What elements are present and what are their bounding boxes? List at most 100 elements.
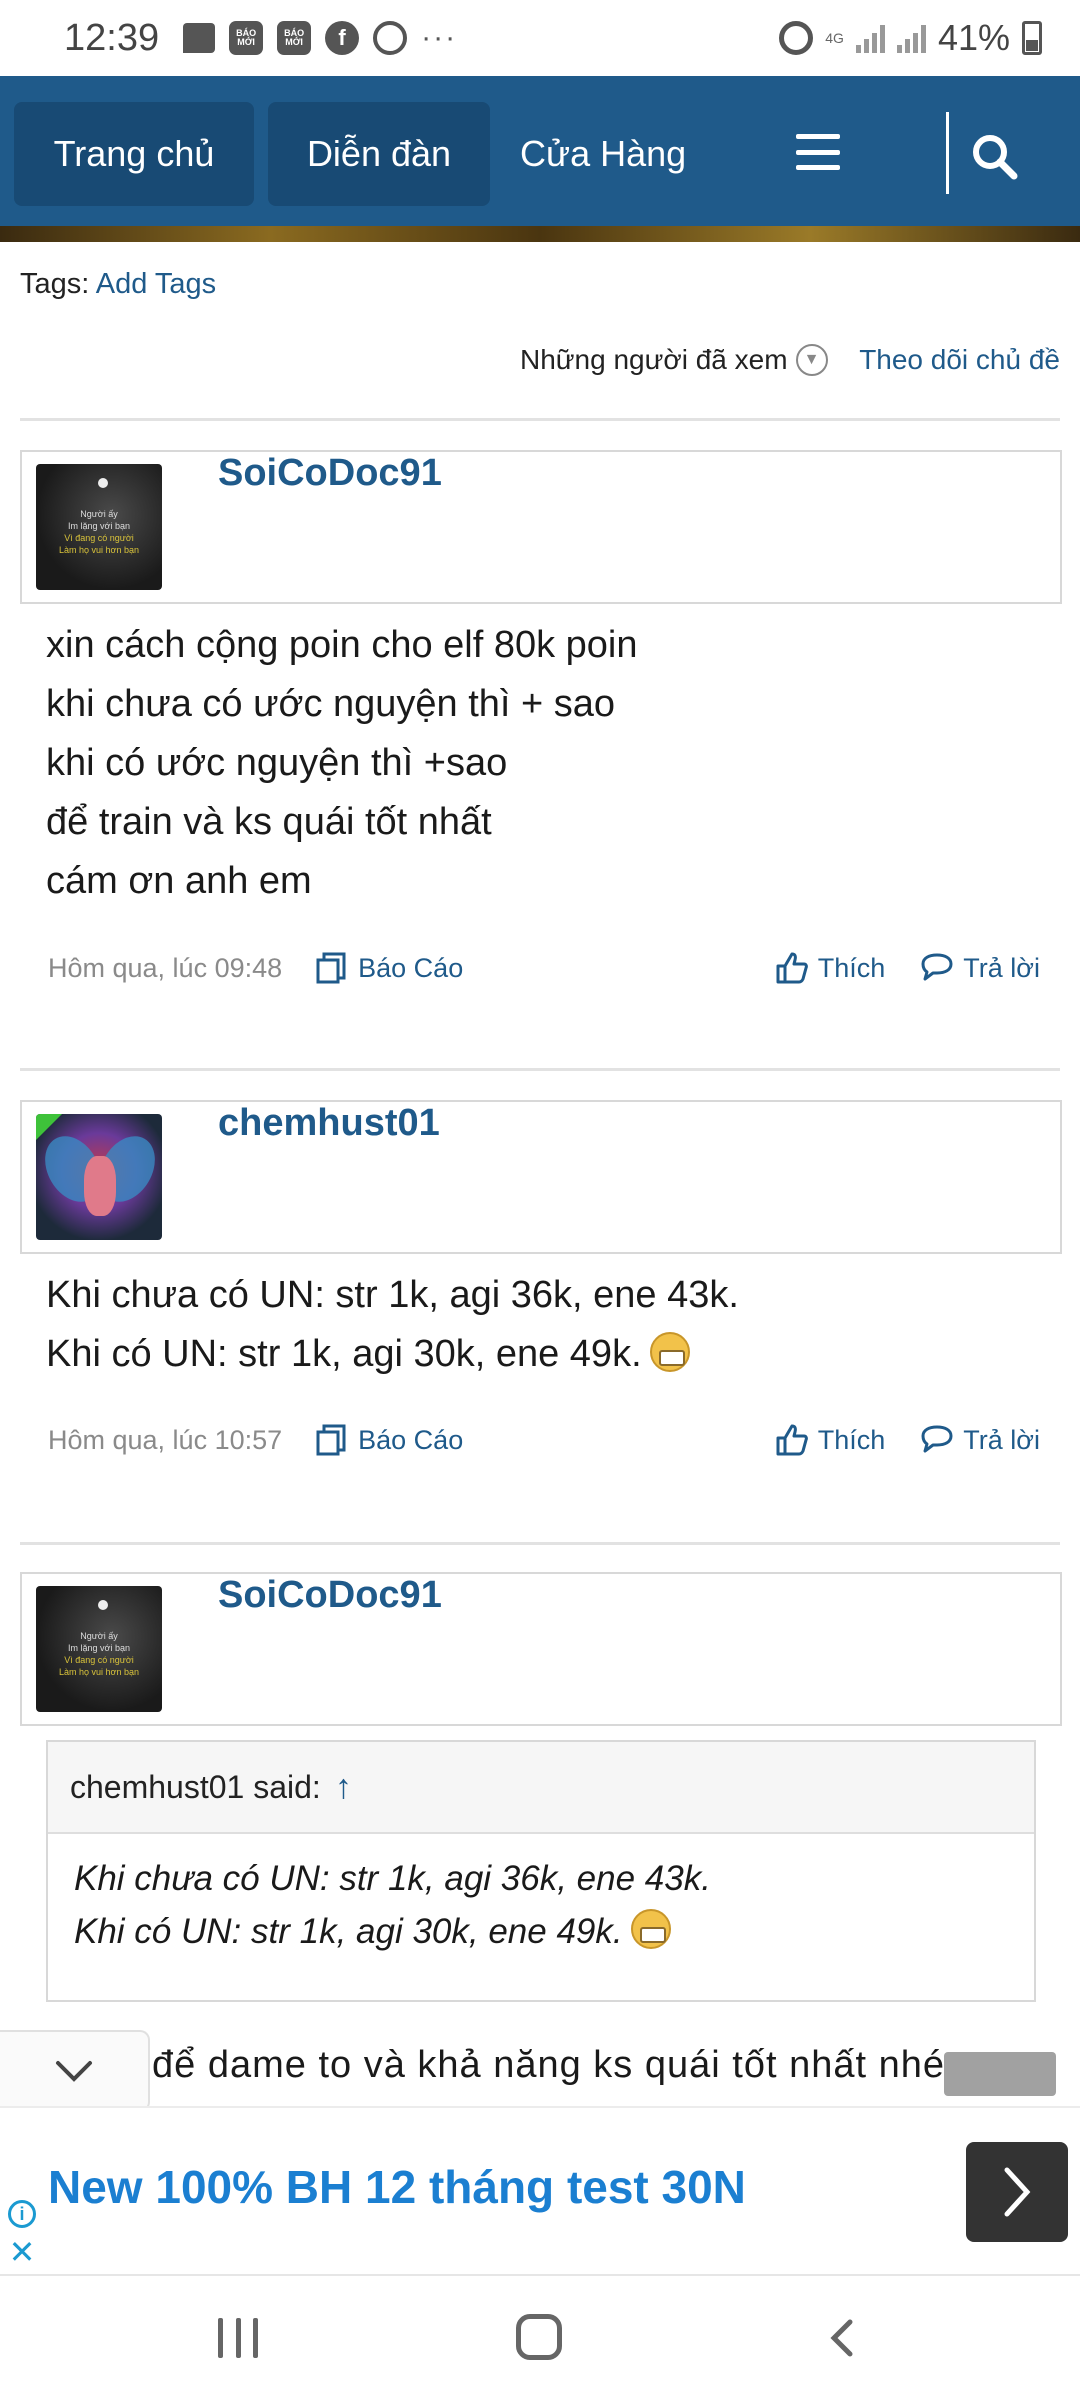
report-icon (316, 952, 346, 984)
baomoi-icon: BÁO MỚI (229, 21, 264, 55)
banner-image-strip (0, 226, 1080, 242)
post-author[interactable]: chemhust01 (218, 1102, 440, 1145)
battery-percent: 41% (937, 17, 1010, 58)
post-meta: Hôm qua, lúc 09:48 Báo Cáo Thích Trả lời (48, 944, 1040, 992)
post-header: Người ấy Im lặng với bạn Vì đang có ngườ… (20, 1572, 1062, 1726)
post-content: xin cách cộng poin cho elf 80k poin khi … (46, 616, 638, 911)
network-type: 4G (825, 29, 844, 46)
report-label: Báo Cáo (358, 1424, 464, 1455)
online-indicator (36, 1114, 62, 1140)
post-meta: Hôm qua, lúc 10:57 Báo Cáo Thích Trả lời (48, 1416, 1040, 1464)
chevron-down-icon: ▼ (795, 344, 828, 376)
system-nav-bar (0, 2274, 1080, 2400)
grin-emoji-icon (630, 1909, 671, 1949)
post-content: Khi chưa có UN: str 1k, agi 36k, ene 43k… (46, 1266, 739, 1384)
add-tags-link[interactable]: Add Tags (96, 268, 216, 300)
like-label: Thích (817, 952, 886, 983)
like-button[interactable]: Thích (774, 1422, 886, 1458)
nav-link-store[interactable]: Cửa Hàng (520, 102, 686, 206)
nav-tab-forum[interactable]: Diễn đàn (268, 102, 490, 206)
search-icon[interactable] (970, 132, 1020, 182)
post-line: Khi chưa có UN: str 1k, agi 36k, ene 43k… (46, 1274, 739, 1316)
reply-button[interactable]: Trả lời (919, 1422, 1040, 1458)
nav-tab-home[interactable]: Trang chủ (14, 102, 254, 206)
post-line: xin cách cộng poin cho elf 80k poin (46, 624, 638, 666)
avatar[interactable]: Người ấy Im lặng với bạn Vì đang có ngườ… (36, 464, 162, 590)
divider (20, 1542, 1060, 1545)
like-label: Thích (817, 1424, 886, 1455)
overlay-handle (944, 2052, 1056, 2096)
post-line: cám ơn anh em (46, 860, 312, 902)
post-line: khi có ước nguyện thì +sao (46, 742, 508, 784)
quote-block: chemhust01 said: ↑ Khi chưa có UN: str 1… (46, 1740, 1036, 2002)
chevron-down-icon (56, 2061, 92, 2082)
baomoi-icon-2: BÁO MỚI (277, 21, 312, 55)
back-icon[interactable] (822, 2316, 866, 2360)
alarm-icon (779, 21, 814, 55)
quote-line: Khi chưa có UN: str 1k, agi 36k, ene 43k… (74, 1859, 711, 1898)
thumbs-up-icon (776, 952, 808, 984)
post-line: để train và ks quái tốt nhất (46, 801, 492, 843)
post-line: Khi có UN: str 1k, agi 30k, ene 49k. (46, 1325, 739, 1384)
post-line: để dame to và khả năng ks quái tốt nhất … (152, 2044, 945, 2086)
divider (20, 1068, 1060, 1071)
report-label: Báo Cáo (358, 952, 464, 983)
status-bar: 12:39 BÁO MỚI BÁO MỚI f ··· 4G 41% (0, 0, 1080, 76)
thumbs-up-icon (776, 1424, 808, 1456)
report-icon (316, 1424, 346, 1456)
post-header: Người ấy Im lặng với bạn Vì đang có ngườ… (20, 450, 1062, 604)
hamburger-menu-icon[interactable] (796, 134, 840, 170)
battery-icon (1022, 21, 1042, 55)
quote-line: Khi có UN: str 1k, agi 30k, ene 49k. (74, 1905, 1034, 1958)
reply-label: Trả lời (963, 1424, 1040, 1455)
report-button[interactable]: Báo Cáo (314, 1422, 463, 1458)
like-button[interactable]: Thích (774, 950, 886, 986)
status-left: 12:39 BÁO MỚI BÁO MỚI f ··· (64, 17, 457, 60)
reply-icon (921, 1425, 953, 1453)
ad-banner[interactable]: i ✕ New 100% BH 12 tháng test 30N (0, 2106, 1080, 2274)
avatar[interactable]: Người ấy Im lặng với bạn Vì đang có ngườ… (36, 1586, 162, 1712)
site-navbar: Trang chủ Diễn đàn Cửa Hàng (0, 76, 1080, 236)
recent-apps-icon[interactable] (218, 2318, 258, 2358)
post-header: chemhust01 (20, 1100, 1062, 1254)
ad-info-icon[interactable]: i (8, 2200, 36, 2228)
tags-row: Tags: Add Tags (20, 268, 216, 301)
post-timestamp[interactable]: Hôm qua, lúc 09:48 (48, 953, 282, 984)
ad-open-button[interactable] (966, 2142, 1068, 2242)
signal-icon-2 (896, 23, 926, 53)
signal-icon (855, 23, 885, 53)
report-button[interactable]: Báo Cáo (314, 950, 463, 986)
reply-icon (921, 953, 953, 981)
ad-close-icon[interactable]: ✕ (8, 2236, 36, 2268)
tags-label: Tags: (20, 268, 90, 300)
quote-author: chemhust01 said: (70, 1768, 321, 1805)
quote-header: chemhust01 said: ↑ (48, 1742, 1034, 1834)
watchers-label: Những người đã xem (520, 344, 788, 375)
status-time: 12:39 (64, 16, 160, 59)
reply-button[interactable]: Trả lời (919, 950, 1040, 986)
avatar-caption: Người ấy Im lặng với bạn Vì đang có ngườ… (59, 509, 139, 555)
follow-thread-link[interactable]: Theo dõi chủ đề (859, 344, 1060, 376)
facebook-icon: f (325, 21, 360, 55)
grin-emoji-icon (649, 1332, 690, 1372)
app-icon (373, 21, 408, 55)
divider (20, 418, 1060, 421)
message-icon (183, 23, 216, 53)
post-author[interactable]: SoiCoDoc91 (218, 1574, 442, 1617)
home-icon[interactable] (516, 2314, 562, 2360)
jump-to-quote-icon[interactable]: ↑ (335, 1768, 352, 1807)
more-notifications-icon: ··· (421, 21, 458, 54)
post-timestamp[interactable]: Hôm qua, lúc 10:57 (48, 1425, 282, 1456)
avatar-caption: Người ấy Im lặng với bạn Vì đang có ngườ… (59, 1631, 139, 1677)
ad-title[interactable]: New 100% BH 12 tháng test 30N (48, 2160, 746, 2214)
avatar[interactable] (36, 1114, 162, 1240)
collapse-ad-button[interactable] (0, 2030, 150, 2112)
post-line: khi chưa có ước nguyện thì + sao (46, 683, 616, 725)
post-author[interactable]: SoiCoDoc91 (218, 452, 442, 495)
nav-divider (946, 112, 949, 194)
reply-label: Trả lời (963, 952, 1040, 983)
chevron-right-icon (1004, 2167, 1031, 2217)
status-right: 4G 41% (779, 17, 1042, 59)
watchers-dropdown[interactable]: Những người đã xem ▼ (520, 344, 828, 376)
quote-body: Khi chưa có UN: str 1k, agi 36k, ene 43k… (48, 1834, 1034, 1958)
